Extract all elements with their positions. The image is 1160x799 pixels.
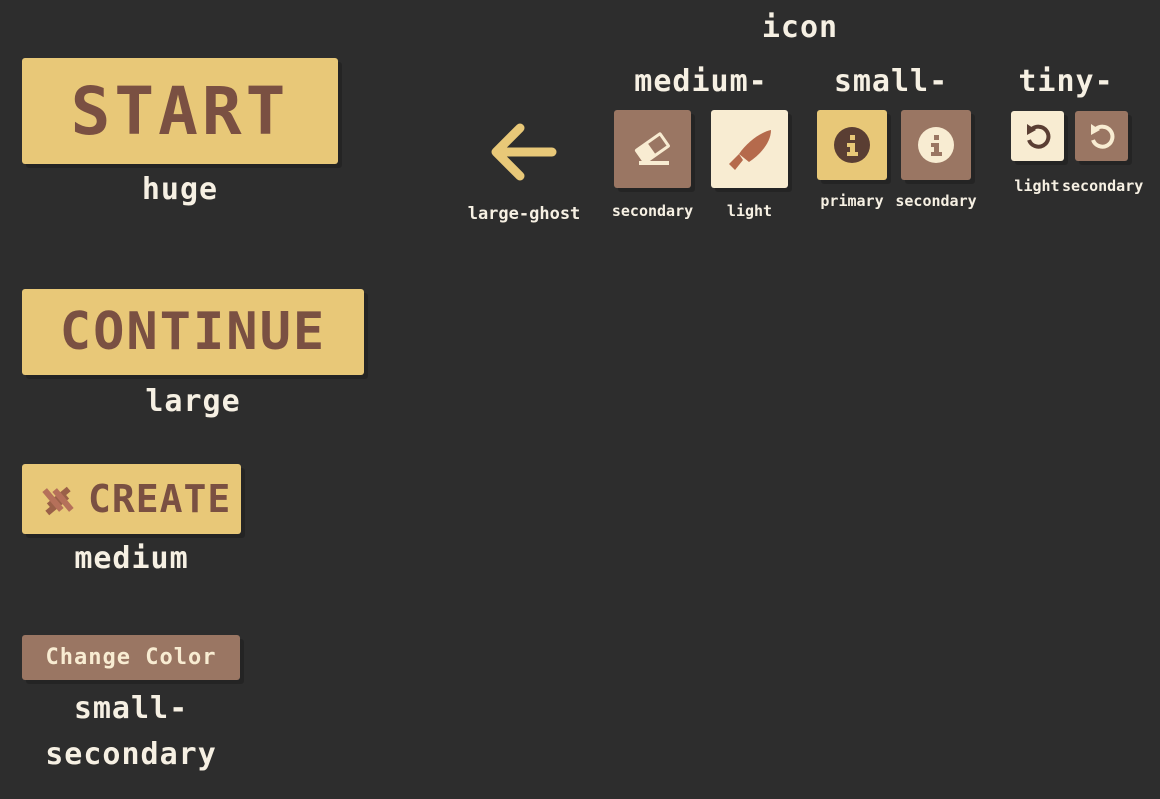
large-caption: large [145,384,241,419]
arrow-left-icon [486,118,564,188]
hash-icon [40,481,76,517]
eraser-icon [631,131,675,167]
tiny-light-undo-button[interactable] [1011,111,1064,161]
tiny-icon-heading: tiny- [1018,64,1114,99]
medium-light-knife-button[interactable] [711,110,788,188]
continue-button-label: CONTINUE [59,302,327,362]
tiny-light-caption: light [1014,177,1060,195]
tiny-secondary-undo-button[interactable] [1075,111,1128,161]
undo-icon [1087,121,1117,151]
large-ghost-back-button[interactable] [486,118,564,188]
small-secondary-caption-line1: small- [73,691,189,726]
small-primary-caption: primary [820,192,884,210]
info-icon [833,126,871,164]
medium-light-caption: light [726,202,773,220]
icon-section-title: icon [761,10,839,45]
tiny-secondary-caption: secondary [1062,177,1144,195]
undo-icon [1023,121,1053,151]
change-color-button-label: Change Color [45,645,217,670]
small-primary-info-button[interactable] [817,110,887,180]
medium-secondary-eraser-button[interactable] [614,110,691,188]
start-button-label: START [70,72,290,150]
small-secondary-caption: secondary [895,192,977,210]
medium-secondary-caption: secondary [611,202,694,220]
medium-caption: medium [74,541,189,576]
knife-icon [725,124,775,174]
small-icon-heading: small- [833,64,949,99]
medium-icon-heading: medium- [634,64,768,99]
start-button[interactable]: START [22,58,338,164]
change-color-button[interactable]: Change Color [22,635,240,680]
large-ghost-caption: large-ghost [467,204,581,224]
huge-caption: huge [141,172,219,207]
info-icon [917,126,955,164]
small-secondary-info-button[interactable] [901,110,971,180]
create-button[interactable]: CREATE [22,464,241,534]
small-secondary-caption-line2: secondary [45,737,217,772]
create-button-label: CREATE [88,477,232,521]
continue-button[interactable]: CONTINUE [22,289,364,375]
